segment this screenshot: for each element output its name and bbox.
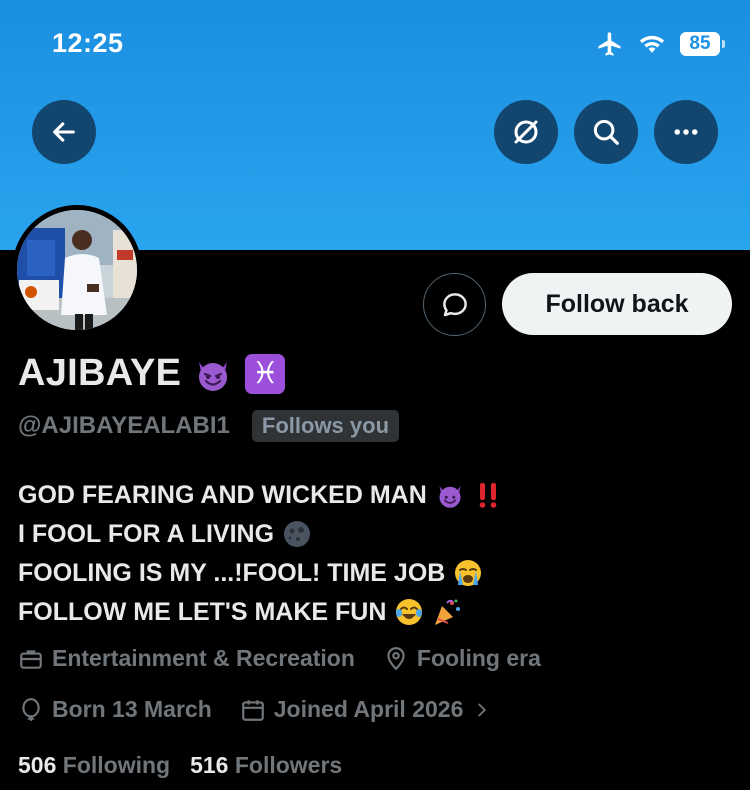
calendar-icon xyxy=(241,699,264,721)
search-button[interactable] xyxy=(574,100,638,164)
wifi-icon xyxy=(639,35,665,53)
location-pin-icon xyxy=(387,646,405,670)
following-stat[interactable]: 506 Following xyxy=(18,752,170,779)
message-bubble-icon xyxy=(442,292,467,316)
bio-line: FOLLOW ME LET'S MAKE FUN xyxy=(18,592,738,631)
profile-avatar[interactable] xyxy=(12,205,142,335)
grok-button[interactable] xyxy=(494,100,558,164)
bio-line: GOD FEARING AND WICKED MAN xyxy=(18,475,738,514)
bio-line: FOOLING IS MY ...!FOOL! TIME JOB xyxy=(18,553,738,592)
category-item: Entertainment & Recreation xyxy=(18,645,355,672)
balloon-icon xyxy=(22,697,40,721)
followers-stat[interactable]: 516 Followers xyxy=(190,752,342,779)
bio-line-text: FOOLING IS MY ...!FOOL! TIME JOB xyxy=(18,558,446,587)
message-button[interactable] xyxy=(423,273,486,336)
profile-meta-row-1: Entertainment & Recreation Fooling era xyxy=(18,645,541,672)
chevron-right-icon xyxy=(478,703,487,716)
airplane-mode-icon xyxy=(598,32,621,56)
follows-you-badge: Follows you xyxy=(251,410,400,442)
birthday-text: Born 13 March xyxy=(52,696,212,722)
follow-back-button[interactable]: Follow back xyxy=(502,273,732,335)
smiling-devil-emoji xyxy=(199,361,228,391)
category-text: Entertainment & Recreation xyxy=(52,645,355,671)
bio-line-text: I FOOL FOR A LIVING xyxy=(18,519,275,548)
arrow-left-icon xyxy=(53,122,75,142)
status-icons: 85 xyxy=(596,30,725,58)
more-options-button[interactable] xyxy=(654,100,718,164)
party-popper-emoji xyxy=(435,599,461,625)
status-bar: 12:25 85 xyxy=(0,0,750,90)
joined-item[interactable]: Joined April 2026 xyxy=(240,696,494,723)
briefcase-icon xyxy=(20,649,42,669)
back-button[interactable] xyxy=(32,100,96,164)
loudly-crying-emoji xyxy=(455,559,482,586)
double-exclamation-emoji xyxy=(479,482,497,508)
tears-of-joy-emoji xyxy=(396,598,423,625)
more-icon xyxy=(674,129,698,135)
location-item: Fooling era xyxy=(383,645,541,672)
new-moon-face-emoji xyxy=(284,520,311,547)
bio-line-text: GOD FEARING AND WICKED MAN xyxy=(18,480,427,509)
grok-icon xyxy=(514,120,538,144)
profile-meta-row-2: Born 13 March Joined April 2026 xyxy=(18,696,493,723)
status-time: 12:25 xyxy=(52,28,124,58)
pisces-emoji: ♓ xyxy=(245,353,286,394)
bio-line: I FOOL FOR A LIVING xyxy=(18,514,738,553)
handle-row: @AJIBAYEALABI1 Follows you xyxy=(18,410,400,442)
location-text: Fooling era xyxy=(416,645,541,671)
smiling-devil-emoji xyxy=(439,485,461,508)
profile-handle: @AJIBAYEALABI1 xyxy=(18,412,230,439)
name-row: AJIBAYE ♓ xyxy=(18,352,286,395)
battery-indicator: 85 xyxy=(680,32,725,56)
following-label: Following xyxy=(62,752,171,778)
birthday-item: Born 13 March xyxy=(18,696,212,723)
avatar-photo xyxy=(17,210,137,330)
joined-text: Joined April 2026 xyxy=(273,696,464,722)
following-count: 506 xyxy=(18,752,57,778)
followers-label: Followers xyxy=(234,752,343,778)
follow-stats: 506 Following 516 Followers xyxy=(18,752,342,779)
profile-bio: GOD FEARING AND WICKED MAN I FOOL FOR A … xyxy=(18,475,738,631)
search-icon xyxy=(593,119,619,145)
followers-count: 516 xyxy=(190,752,229,778)
display-name: AJIBAYE xyxy=(18,352,182,394)
bio-line-text: FOLLOW ME LET'S MAKE FUN xyxy=(18,597,387,626)
